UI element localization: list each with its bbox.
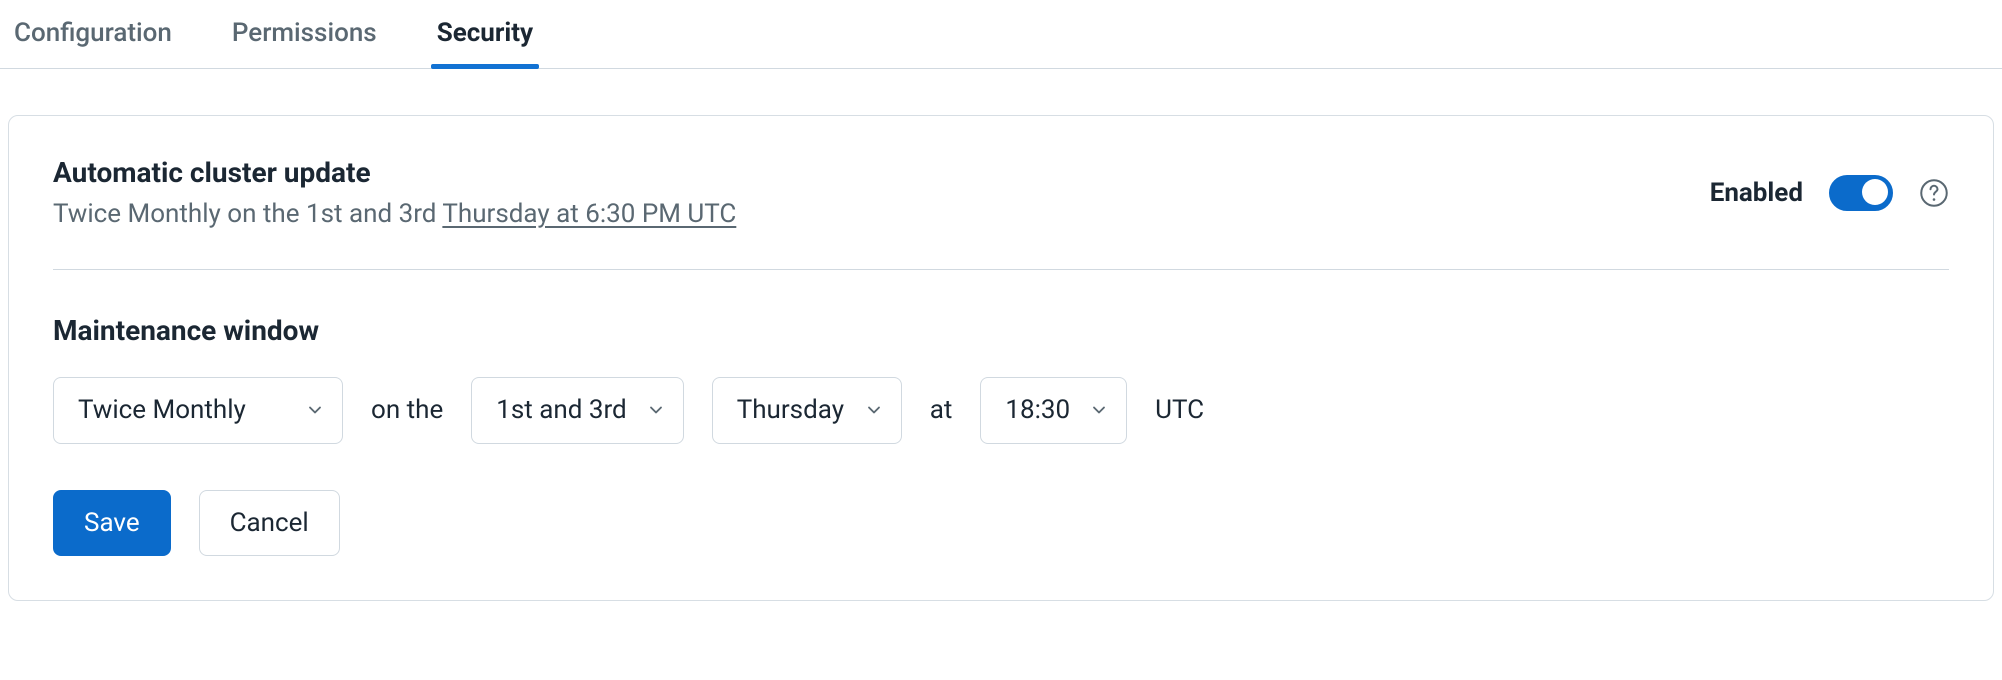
schedule-link[interactable]: Thursday at 6:30 PM UTC	[442, 199, 736, 229]
tab-configuration[interactable]: Configuration	[8, 0, 178, 68]
text-at: at	[930, 395, 953, 425]
auto-update-title: Automatic cluster update	[53, 156, 1686, 189]
frequency-select[interactable]: Twice Monthly	[53, 377, 343, 444]
text-utc: UTC	[1155, 395, 1204, 425]
tab-permissions[interactable]: Permissions	[226, 0, 383, 68]
auto-update-header: Automatic cluster update Twice Monthly o…	[53, 156, 1949, 270]
enabled-toggle[interactable]	[1829, 175, 1893, 211]
day-select[interactable]: Thursday	[712, 377, 902, 444]
security-panel: Automatic cluster update Twice Monthly o…	[8, 115, 1994, 601]
maintenance-form: Twice Monthly on the 1st and 3rd Thursda…	[53, 377, 1949, 444]
help-icon[interactable]	[1919, 178, 1949, 208]
time-select[interactable]: 18:30	[980, 377, 1127, 444]
schedule-prefix: Twice Monthly on the 1st and 3rd	[53, 199, 442, 229]
occurrence-select-button[interactable]: 1st and 3rd	[471, 377, 683, 444]
toggle-knob	[1862, 179, 1888, 205]
day-select-button[interactable]: Thursday	[712, 377, 902, 444]
save-button[interactable]: Save	[53, 490, 171, 557]
maintenance-window-title: Maintenance window	[53, 314, 1949, 347]
text-on-the: on the	[371, 395, 443, 425]
cancel-button[interactable]: Cancel	[199, 490, 340, 557]
enabled-label: Enabled	[1710, 178, 1803, 208]
form-actions: Save Cancel	[53, 490, 1949, 557]
time-select-button[interactable]: 18:30	[980, 377, 1127, 444]
tabs-bar: Configuration Permissions Security	[0, 0, 2002, 69]
frequency-select-button[interactable]: Twice Monthly	[53, 377, 343, 444]
tab-security[interactable]: Security	[431, 0, 539, 68]
occurrence-select[interactable]: 1st and 3rd	[471, 377, 683, 444]
auto-update-schedule: Twice Monthly on the 1st and 3rd Thursda…	[53, 199, 1686, 229]
